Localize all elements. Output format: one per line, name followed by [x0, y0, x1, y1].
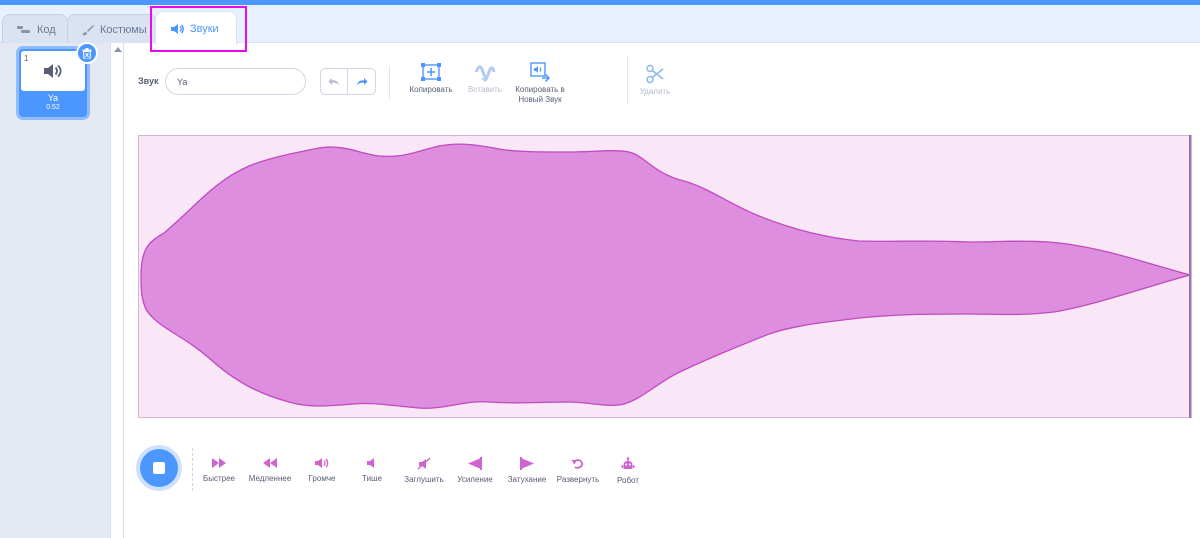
effect-fade-out-button[interactable]: Затухание: [504, 457, 550, 484]
sound-index: 1: [24, 54, 29, 63]
effect-reverse-label: Развернуть: [556, 475, 600, 484]
tab-code[interactable]: Код: [2, 14, 68, 44]
waveform-shape: [140, 143, 1193, 409]
fade-out-icon: [520, 457, 534, 470]
code-icon: [17, 26, 30, 33]
editor-tab-bar: Код Костюмы Звуки: [0, 5, 1200, 45]
toolbar-divider: [389, 66, 390, 100]
stop-button[interactable]: [140, 449, 178, 487]
sound-item-ya[interactable]: 1 Ya 0.52: [16, 42, 98, 120]
effect-robot-button[interactable]: Робот: [612, 457, 644, 485]
copy-to-new-icon: [530, 62, 551, 82]
sound-speaker-icon: [44, 64, 62, 78]
sound-duration: 0.52: [46, 104, 60, 111]
redo-icon: [356, 78, 367, 85]
delete-sound-button[interactable]: [76, 42, 98, 64]
fade-in-icon: [468, 457, 482, 470]
sound-name-value: Ya: [177, 76, 188, 87]
mute-icon: [417, 457, 431, 470]
softer-icon: [367, 458, 374, 468]
sound-name: Ya: [47, 93, 59, 103]
effect-faster-button[interactable]: Быстрее: [199, 457, 239, 483]
tab-code-label: Код: [37, 23, 56, 36]
tab-costumes[interactable]: Костюмы: [67, 14, 157, 44]
effect-slower-button[interactable]: Медленнее: [246, 457, 294, 483]
effect-louder-button[interactable]: Громче: [303, 457, 341, 483]
waveform-graphic[interactable]: [139, 136, 1193, 417]
scissors-icon: [646, 64, 664, 84]
effect-slower-label: Медленнее: [248, 474, 292, 483]
delete-label: Удалить: [639, 87, 671, 96]
effect-softer-button[interactable]: Тише: [357, 457, 387, 483]
effect-fade-out-label: Затухание: [507, 475, 547, 484]
fast-forward-icon: [212, 458, 226, 468]
effect-faster-label: Быстрее: [202, 474, 235, 483]
effect-mute-button[interactable]: Заглушить: [400, 457, 448, 484]
copy-label: Копировать: [409, 85, 453, 94]
undo-button[interactable]: [321, 69, 349, 94]
speaker-icon: [171, 23, 184, 34]
toolbar-divider-2: [627, 56, 628, 104]
delete-button[interactable]: Удалить: [636, 64, 674, 97]
tab-costumes-label: Костюмы: [100, 23, 147, 36]
rewind-icon: [263, 458, 277, 468]
brush-icon: [82, 24, 94, 35]
paste-button[interactable]: Вставить: [463, 62, 507, 95]
waveform-panel[interactable]: [138, 135, 1193, 418]
effect-fade-in-button[interactable]: Усиление: [454, 457, 496, 484]
effect-robot-label: Робот: [617, 476, 639, 485]
copy-to-new-button[interactable]: Копировать в Новый Звук: [510, 62, 570, 105]
sound-name-label: Звук: [138, 76, 159, 86]
reverse-icon: [571, 459, 583, 469]
effect-softer-label: Тише: [362, 474, 382, 483]
effect-fade-in-label: Усиление: [457, 475, 493, 484]
sound-thumbnail: 1: [21, 51, 85, 91]
stop-icon: [153, 462, 165, 474]
paste-label: Вставить: [468, 85, 502, 94]
effect-reverse-button[interactable]: Развернуть: [554, 457, 602, 484]
playhead-end-marker: [1189, 135, 1191, 418]
redo-button[interactable]: [348, 69, 375, 94]
undo-icon: [328, 78, 339, 85]
scroll-up-arrow-icon[interactable]: [114, 47, 122, 52]
tab-sounds-label: Звуки: [190, 22, 219, 35]
effect-mute-label: Заглушить: [404, 475, 444, 484]
louder-icon: [315, 458, 329, 468]
copy-to-new-label-1: Копировать в: [515, 85, 565, 94]
paste-icon: [474, 65, 496, 82]
undo-redo-group: [320, 68, 376, 95]
copy-to-new-label-2: Новый Звук: [518, 95, 562, 104]
copy-button[interactable]: Копировать: [405, 62, 457, 95]
copy-icon: [421, 63, 441, 81]
effects-divider: [192, 448, 193, 491]
tab-sounds[interactable]: Звуки: [155, 11, 237, 45]
sound-name-input[interactable]: Ya: [165, 68, 306, 95]
sidebar-scrollbar[interactable]: [110, 43, 124, 538]
robot-icon: [621, 457, 635, 469]
trash-icon: [82, 47, 92, 59]
effect-louder-label: Громче: [308, 474, 336, 483]
